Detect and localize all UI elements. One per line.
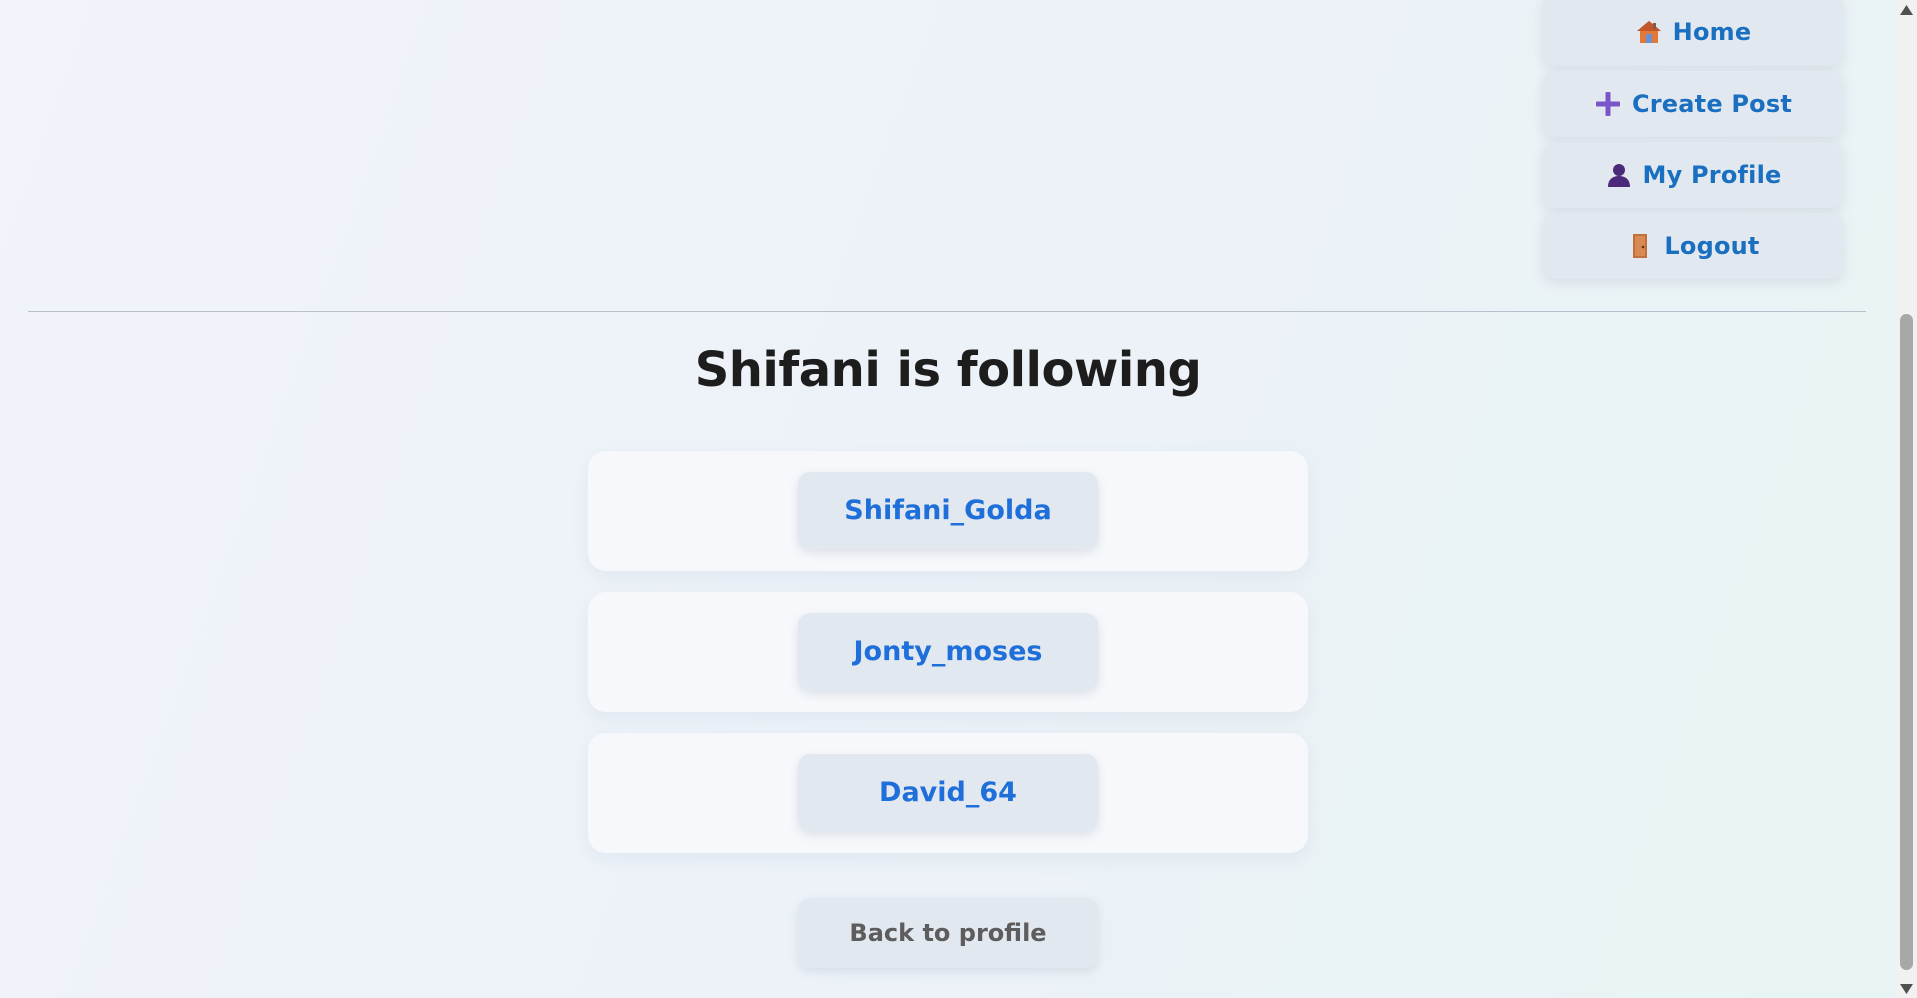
nav-create-post-label: Create Post <box>1631 90 1793 118</box>
following-card: David_64 <box>588 733 1308 853</box>
following-card: Jonty_moses <box>588 592 1308 712</box>
person-icon <box>1605 161 1633 189</box>
house-icon <box>1635 18 1663 46</box>
nav-create-post-button[interactable]: Create Post <box>1543 71 1843 137</box>
nav-my-profile-label: My Profile <box>1642 161 1782 189</box>
following-user-link[interactable]: David_64 <box>798 754 1098 831</box>
plus-icon <box>1594 90 1622 118</box>
following-user-link[interactable]: Jonty_moses <box>798 613 1098 690</box>
nav-home-label: Home <box>1672 18 1752 46</box>
nav-logout-button[interactable]: Logout <box>1543 213 1843 279</box>
header-divider <box>28 311 1866 312</box>
scroll-up-arrow-icon[interactable] <box>1899 2 1914 17</box>
nav-home-button[interactable]: Home <box>1543 0 1843 66</box>
following-user-link[interactable]: Shifani_Golda <box>798 472 1098 549</box>
scrollbar-thumb[interactable] <box>1900 314 1913 970</box>
vertical-scrollbar[interactable] <box>1896 0 1917 998</box>
following-card: Shifani_Golda <box>588 451 1308 571</box>
nav-my-profile-button[interactable]: My Profile <box>1543 142 1843 208</box>
page: Home Create Post My Profile Logout Shifa… <box>0 0 1896 998</box>
page-title: Shifani is following <box>694 342 1202 398</box>
nav-logout-label: Logout <box>1664 232 1760 260</box>
door-icon <box>1626 232 1654 260</box>
scroll-down-arrow-icon[interactable] <box>1899 981 1914 996</box>
back-to-profile-button[interactable]: Back to profile <box>798 898 1098 968</box>
